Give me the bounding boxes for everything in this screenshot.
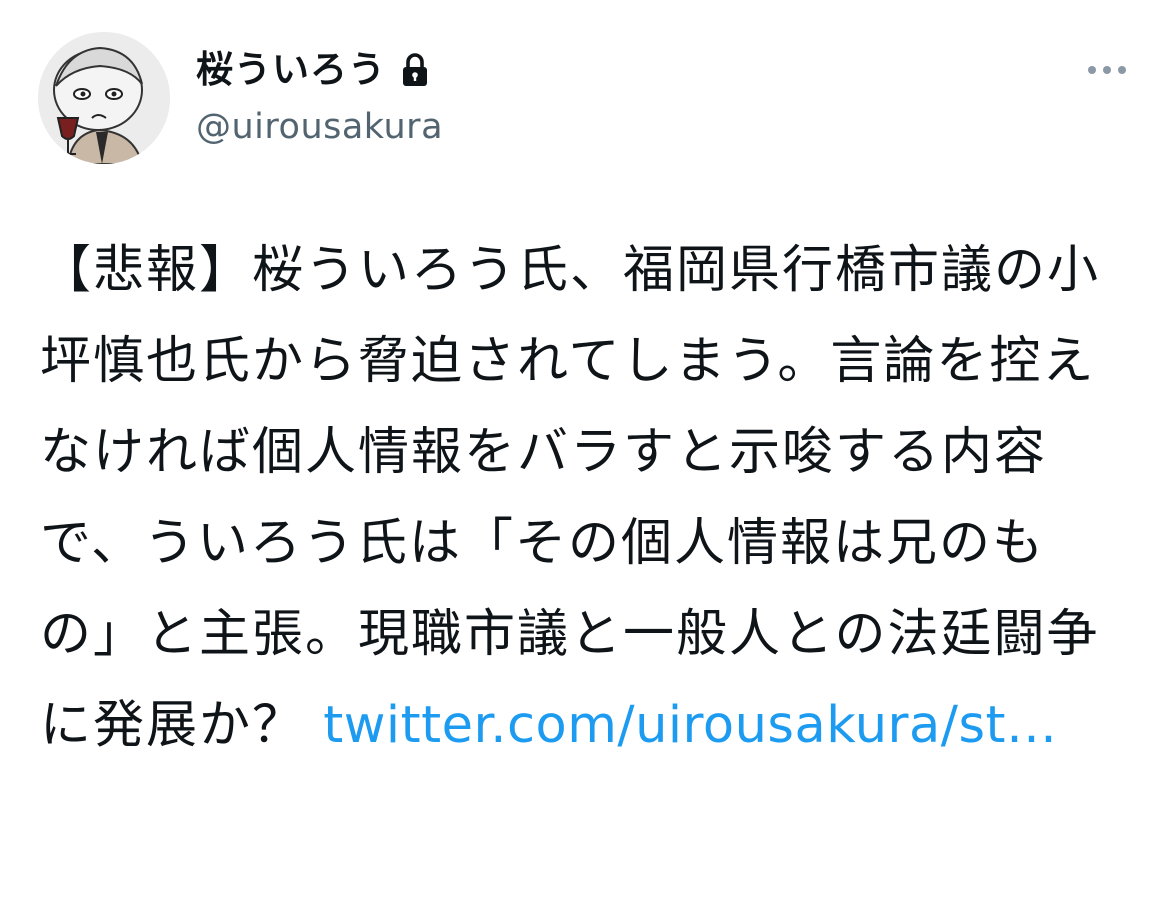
user-handle[interactable]: @uirousakura	[196, 104, 443, 150]
lock-icon	[400, 52, 430, 88]
avatar[interactable]	[38, 32, 170, 164]
tweet-card: 桜ういろう @uirousakura 【悲報】桜ういろう氏、福岡県行橋市議の小坪…	[0, 0, 1169, 906]
tweet-body: 【悲報】桜ういろう氏、福岡県行橋市議の小坪慎也氏から脅迫されてしまう。言論を控え…	[40, 241, 1101, 755]
user-name-row: 桜ういろう	[196, 44, 430, 96]
display-name[interactable]: 桜ういろう	[196, 44, 386, 96]
avatar-illustration	[38, 32, 170, 164]
more-icon[interactable]	[1083, 58, 1131, 82]
tweet-link[interactable]: twitter.com/uirousakura/st…	[323, 696, 1057, 755]
tweet-text: 【悲報】桜ういろう氏、福岡県行橋市議の小坪慎也氏から脅迫されてしまう。言論を控え…	[40, 225, 1115, 771]
